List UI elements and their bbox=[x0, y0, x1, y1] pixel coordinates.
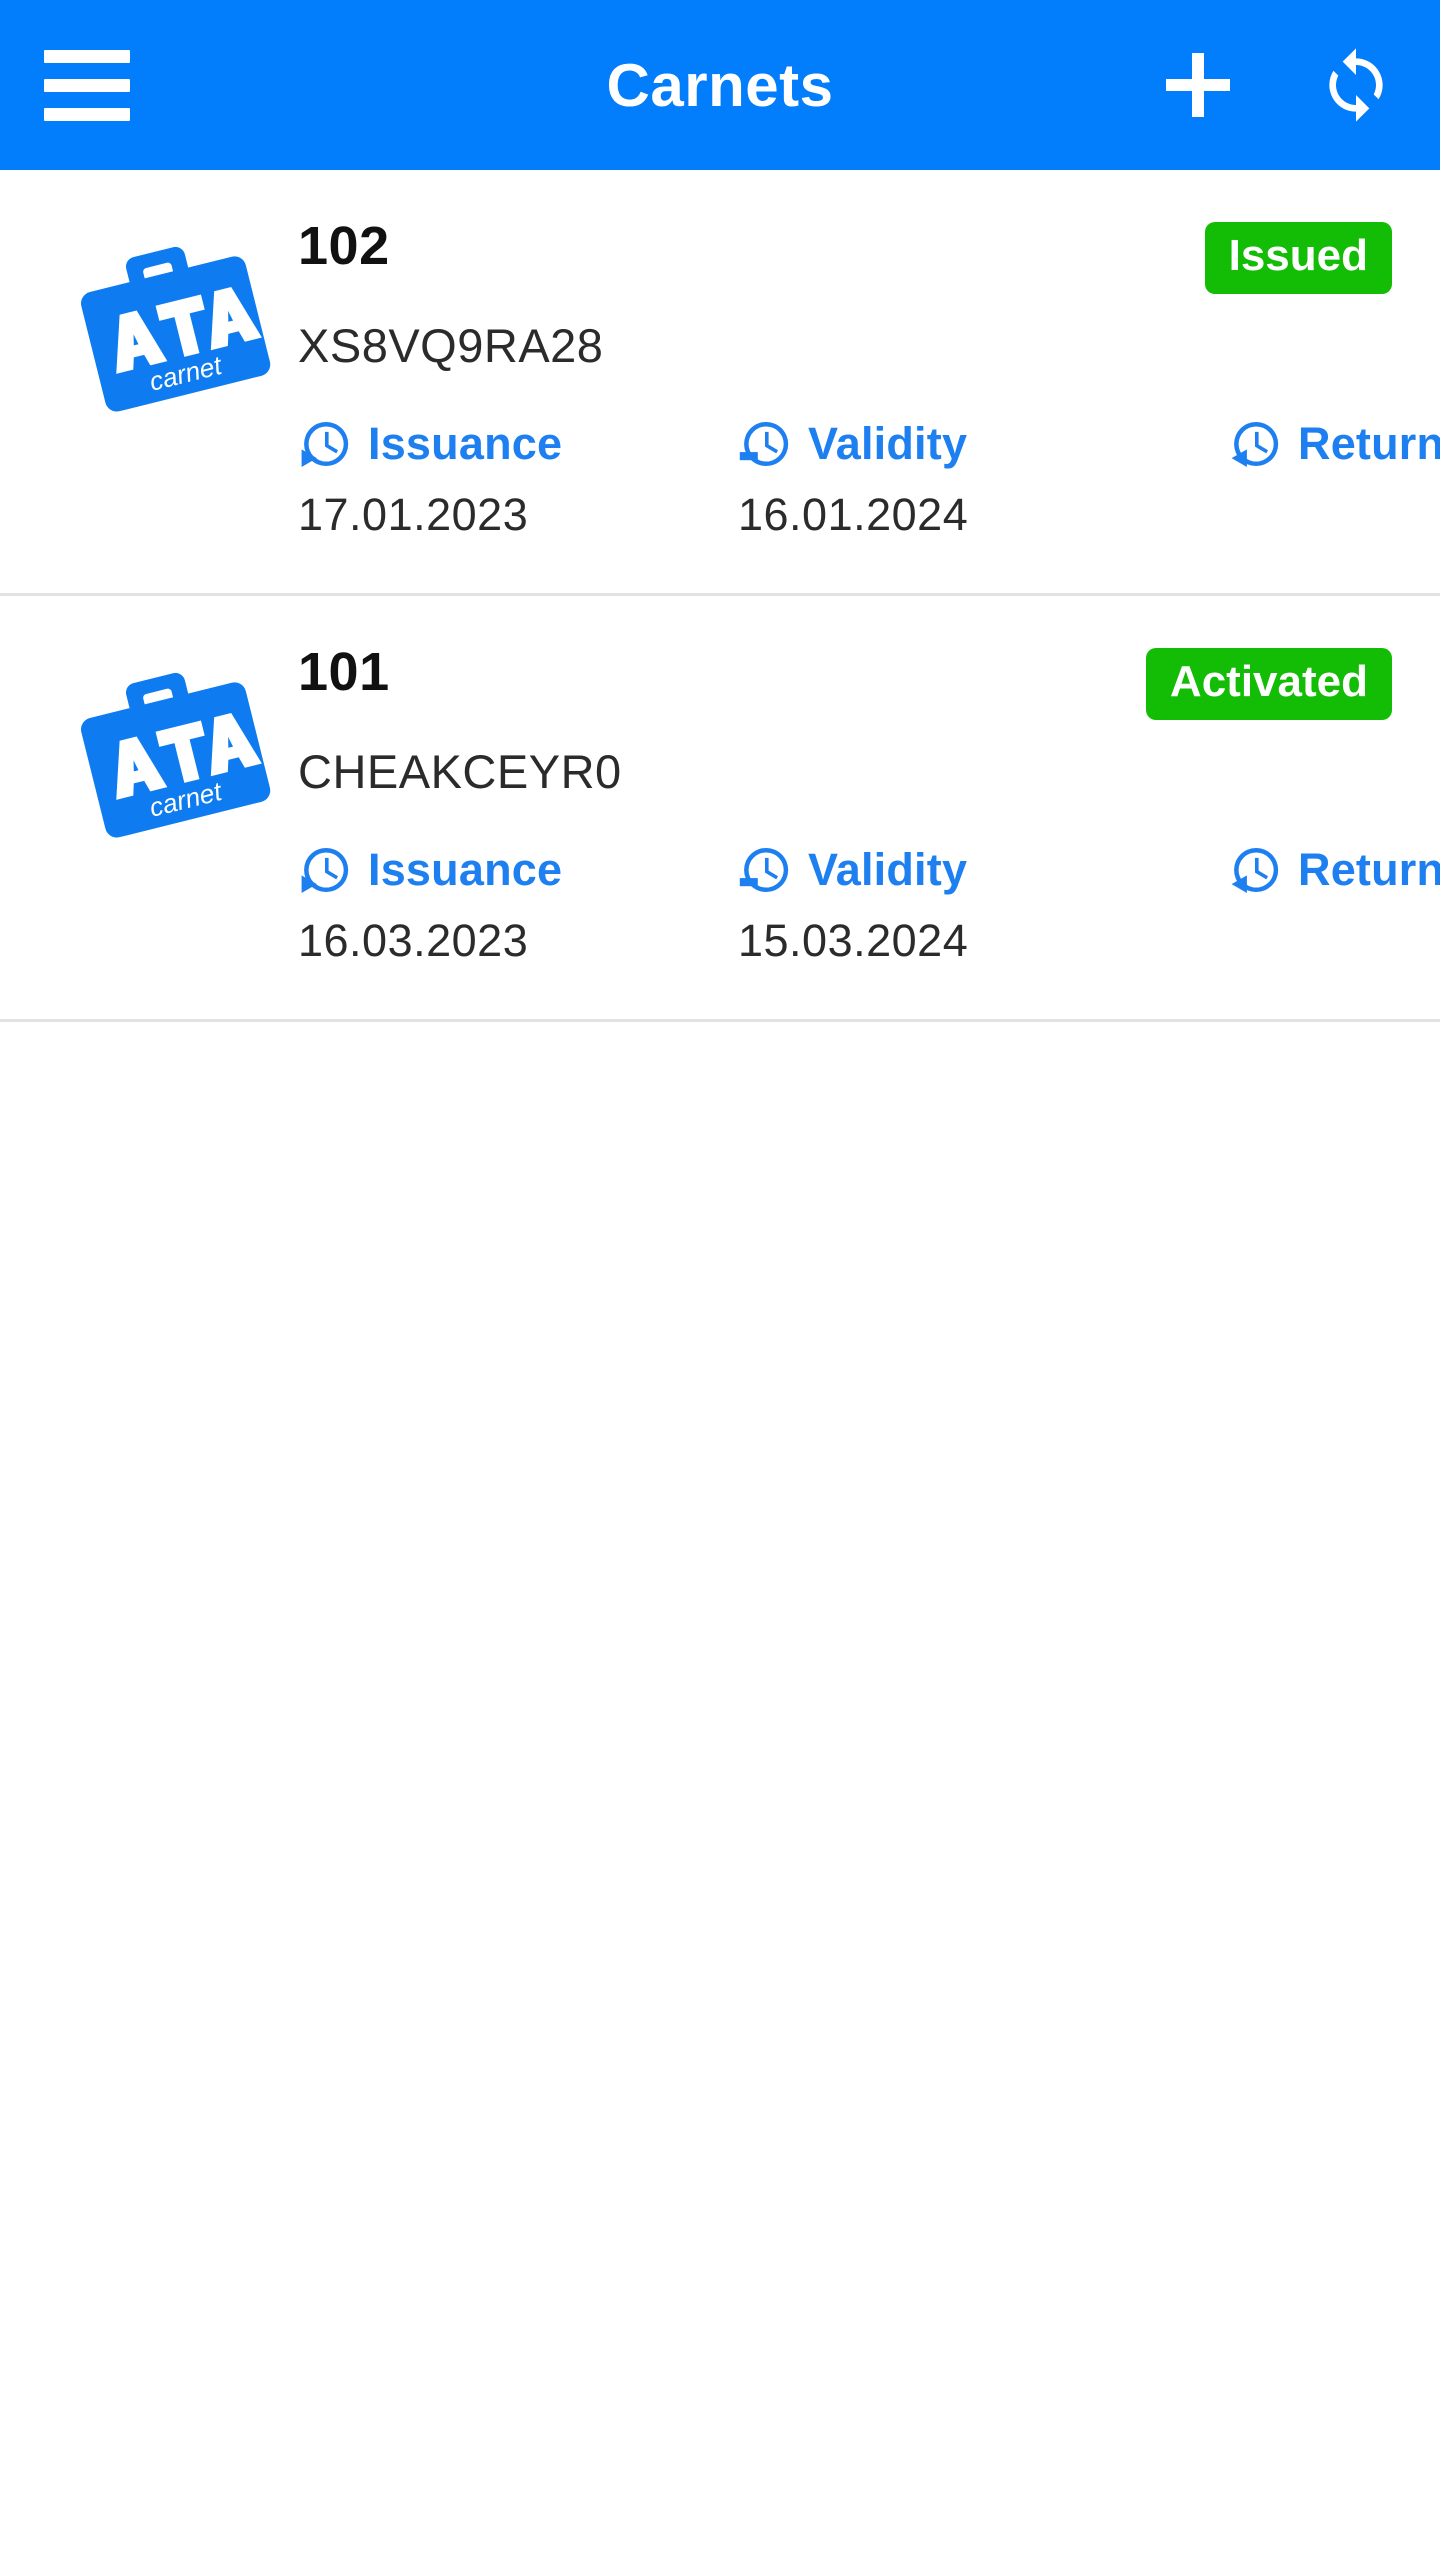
clock-back-icon bbox=[1231, 847, 1279, 893]
issuance-header: Issuance bbox=[298, 843, 738, 897]
return-date-column: Return bbox=[1228, 417, 1440, 541]
carnet-info: 101 Activated CHEAKCEYR0 Issuance 16.03.… bbox=[298, 640, 1440, 967]
clock-forward-icon bbox=[301, 421, 349, 467]
plus-icon bbox=[1166, 53, 1230, 117]
return-label: Return bbox=[1298, 418, 1440, 469]
validity-date-column: Validity 15.03.2024 bbox=[738, 843, 1228, 967]
validity-date-column: Validity 16.01.2024 bbox=[738, 417, 1228, 541]
hamburger-bar-2 bbox=[44, 78, 130, 92]
ata-carnet-logo: carnet bbox=[48, 640, 298, 844]
carnet-code: XS8VQ9RA28 bbox=[298, 319, 604, 372]
carnet-number: 101 bbox=[298, 642, 390, 702]
carnet-code: CHEAKCEYR0 bbox=[298, 745, 622, 798]
issuance-date-column: Issuance 17.01.2023 bbox=[298, 417, 738, 541]
return-header: Return bbox=[1228, 417, 1440, 471]
issuance-label: Issuance bbox=[368, 418, 563, 469]
add-carnet-button[interactable] bbox=[1158, 45, 1238, 125]
carnet-header: 102 Issued bbox=[298, 218, 1392, 294]
carnet-list-item[interactable]: carnet 101 Activated CHEAKCEYR0 Issuance… bbox=[0, 596, 1440, 1019]
status-badge: Issued bbox=[1204, 222, 1392, 294]
validity-label: Validity bbox=[808, 844, 968, 895]
validity-header: Validity bbox=[738, 417, 1228, 471]
ata-carnet-briefcase-icon: carnet bbox=[80, 672, 270, 838]
issuance-date-value: 16.03.2023 bbox=[298, 915, 529, 966]
validity-date-value: 15.03.2024 bbox=[738, 915, 969, 966]
return-date-value bbox=[1228, 489, 1392, 490]
app-bar: Carnets bbox=[0, 0, 1440, 170]
list-divider bbox=[0, 1019, 1440, 1022]
carnet-list: carnet 102 Issued XS8VQ9RA28 Issuance 17… bbox=[0, 170, 1440, 1022]
validity-header: Validity bbox=[738, 843, 1228, 897]
ata-carnet-briefcase-icon: carnet bbox=[80, 246, 270, 412]
validity-label: Validity bbox=[808, 418, 968, 469]
carnet-info: 102 Issued XS8VQ9RA28 Issuance 17.01.202… bbox=[298, 214, 1440, 541]
issuance-header: Issuance bbox=[298, 417, 738, 471]
carnet-list-item[interactable]: carnet 102 Issued XS8VQ9RA28 Issuance 17… bbox=[0, 170, 1440, 593]
sync-button[interactable] bbox=[1316, 45, 1396, 125]
sync-refresh-icon bbox=[1329, 48, 1383, 122]
issuance-date-value: 17.01.2023 bbox=[298, 489, 529, 540]
hamburger-bar-3 bbox=[44, 107, 130, 121]
return-label: Return bbox=[1298, 844, 1440, 895]
validity-date-value: 16.01.2024 bbox=[738, 489, 969, 540]
hamburger-bar-1 bbox=[44, 49, 130, 63]
carnet-dates: Issuance 17.01.2023 Validity 16.01.2024 bbox=[298, 417, 1440, 541]
app-bar-actions bbox=[1158, 45, 1396, 125]
issuance-label: Issuance bbox=[368, 844, 563, 895]
clock-forward-icon bbox=[301, 847, 349, 893]
return-date-value bbox=[1228, 915, 1392, 916]
clock-bar-icon bbox=[739, 847, 789, 893]
carnet-number: 102 bbox=[298, 216, 390, 276]
carnet-dates: Issuance 16.03.2023 Validity 15.03.2024 bbox=[298, 843, 1440, 967]
ata-carnet-logo: carnet bbox=[48, 214, 298, 418]
issuance-date-column: Issuance 16.03.2023 bbox=[298, 843, 738, 967]
status-badge: Activated bbox=[1145, 648, 1392, 720]
carnet-header: 101 Activated bbox=[298, 644, 1392, 720]
clock-bar-icon bbox=[739, 421, 789, 467]
hamburger-menu-icon[interactable] bbox=[44, 42, 130, 128]
return-header: Return bbox=[1228, 843, 1440, 897]
clock-back-icon bbox=[1231, 421, 1279, 467]
return-date-column: Return bbox=[1228, 843, 1440, 967]
